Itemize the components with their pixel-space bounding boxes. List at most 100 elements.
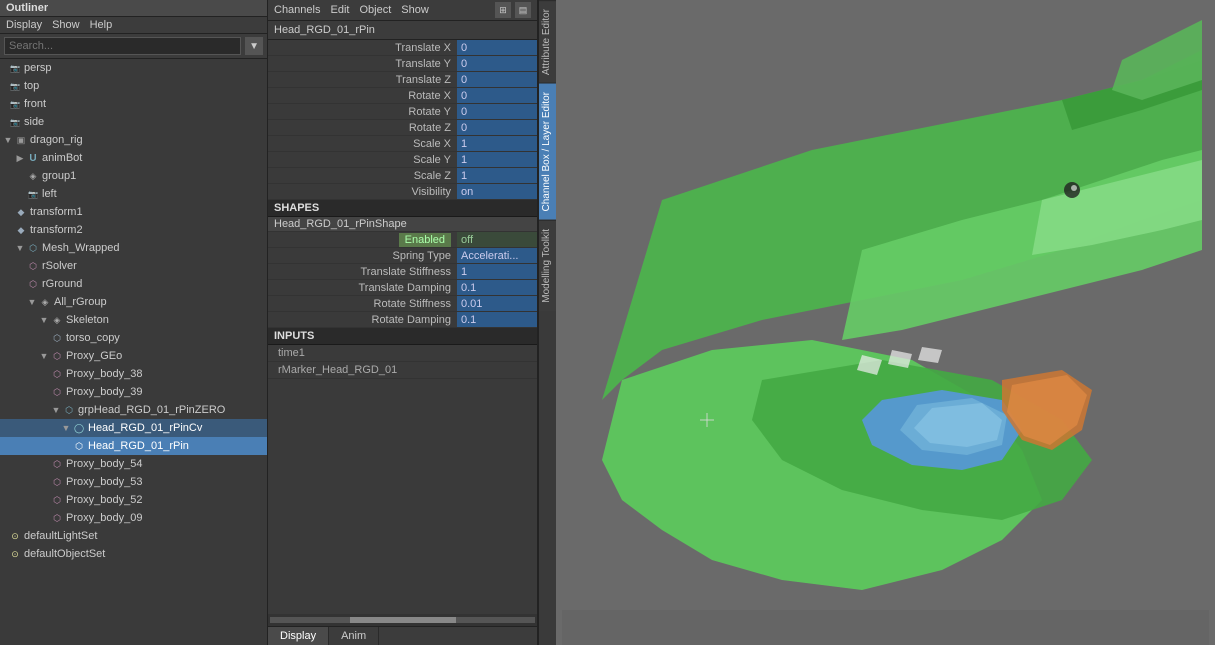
tree-item-transform1[interactable]: ◆ transform1 <box>0 203 267 221</box>
group-icon: ⬡ <box>62 403 76 417</box>
channel-row-translate-stiffness[interactable]: Translate Stiffness 1 <box>268 264 537 280</box>
tree-item-proxy-body-52[interactable]: ⬡ Proxy_body_52 <box>0 491 267 509</box>
tree-item-side[interactable]: 📷 side <box>0 113 267 131</box>
channel-icons: ⊞ ▤ <box>495 2 531 18</box>
channel-row-rotate-x[interactable]: Rotate X 0 <box>268 88 537 104</box>
proxy-icon: ⬡ <box>50 367 64 381</box>
tab-channel-box[interactable]: Channel Box / Layer Editor <box>539 83 556 220</box>
outliner-menu-help[interactable]: Help <box>90 19 113 31</box>
camera-icon: 📷 <box>8 61 22 75</box>
tree-item-front[interactable]: 📷 front <box>0 95 267 113</box>
group-icon: ◈ <box>26 169 40 183</box>
tree-label: animBot <box>42 152 82 164</box>
outliner-menu-display[interactable]: Display <box>6 19 42 31</box>
tree-label: Proxy_body_39 <box>66 386 142 398</box>
tab-attribute-editor[interactable]: Attribute Editor <box>539 0 556 83</box>
channel-menu-edit[interactable]: Edit <box>330 4 349 16</box>
channel-row-rotate-stiffness[interactable]: Rotate Stiffness 0.01 <box>268 296 537 312</box>
channel-row-translate-damping[interactable]: Translate Damping 0.1 <box>268 280 537 296</box>
camera-icon: 📷 <box>26 187 40 201</box>
channel-value: 0.1 <box>457 312 537 327</box>
channel-value: 1 <box>457 152 537 167</box>
channel-row-scale-z[interactable]: Scale Z 1 <box>268 168 537 184</box>
tree-item-rsolver[interactable]: ⬡ rSolver <box>0 257 267 275</box>
proxy-icon: ⬡ <box>26 259 40 273</box>
channel-menu-show[interactable]: Show <box>401 4 429 16</box>
scrollbar[interactable] <box>268 614 537 626</box>
tab-modelling-toolkit[interactable]: Modelling Toolkit <box>539 220 556 311</box>
channel-value: Accelerati... <box>457 248 537 263</box>
channel-row-spring-type[interactable]: Spring Type Accelerati... <box>268 248 537 264</box>
tree-item-rground[interactable]: ⬡ rGround <box>0 275 267 293</box>
tree-label: side <box>24 116 44 128</box>
channel-value: 0 <box>457 120 537 135</box>
input-item-rmarker[interactable]: rMarker_Head_RGD_01 <box>268 362 537 379</box>
channel-value: 0 <box>457 88 537 103</box>
search-dropdown-button[interactable]: ▼ <box>245 37 263 55</box>
tree-label: Proxy_body_53 <box>66 476 142 488</box>
search-bar: ▼ <box>0 34 267 59</box>
tree-item-defaultobjectset[interactable]: ⊙ defaultObjectSet <box>0 545 267 563</box>
objectset-icon: ⊙ <box>8 547 22 561</box>
tree-item-torso-copy[interactable]: ⬡ torso_copy <box>0 329 267 347</box>
channel-row-translate-y[interactable]: Translate Y 0 <box>268 56 537 72</box>
channel-row-scale-y[interactable]: Scale Y 1 <box>268 152 537 168</box>
tree-item-proxy-body-09[interactable]: ⬡ Proxy_body_09 <box>0 509 267 527</box>
tree-item-all-rgroup[interactable]: ▼ ◈ All_rGroup <box>0 293 267 311</box>
tree-label: Head_RGD_01_rPinCv <box>88 422 202 434</box>
scrollbar-thumb[interactable] <box>350 617 456 623</box>
viewport[interactable] <box>556 0 1215 645</box>
channel-row-enabled[interactable]: Enabled off <box>268 232 537 248</box>
tree-item-proxy-body-54[interactable]: ⬡ Proxy_body_54 <box>0 455 267 473</box>
shape-name[interactable]: Head_RGD_01_rPinShape <box>268 217 537 232</box>
expand-icon: ▼ <box>38 351 50 361</box>
channel-icon-btn-2[interactable]: ▤ <box>515 2 531 18</box>
search-input[interactable] <box>4 37 241 55</box>
tree-item-top[interactable]: 📷 top <box>0 77 267 95</box>
channel-row-rotate-damping[interactable]: Rotate Damping 0.1 <box>268 312 537 328</box>
channel-value: on <box>457 184 537 199</box>
group-icon: ▣ <box>14 133 28 147</box>
camera-icon: 📷 <box>8 115 22 129</box>
channel-panel: Channels Edit Object Show ⊞ ▤ Head_RGD_0… <box>268 0 538 645</box>
channel-row-rotate-z[interactable]: Rotate Z 0 <box>268 120 537 136</box>
channel-row-scale-x[interactable]: Scale X 1 <box>268 136 537 152</box>
tree-label: rSolver <box>42 260 77 272</box>
channel-row-translate-z[interactable]: Translate Z 0 <box>268 72 537 88</box>
tree-item-skeleton[interactable]: ▼ ◈ Skeleton <box>0 311 267 329</box>
object-name-bar: Head_RGD_01_rPin <box>268 21 537 40</box>
tab-display[interactable]: Display <box>268 627 329 645</box>
outliner-menu-show[interactable]: Show <box>52 19 80 31</box>
tree-item-head-rgd-pinCv[interactable]: ▼ ◯ Head_RGD_01_rPinCv <box>0 419 267 437</box>
tree-item-grphead[interactable]: ▼ ⬡ grpHead_RGD_01_rPinZERO <box>0 401 267 419</box>
channel-row-translate-x[interactable]: Translate X 0 <box>268 40 537 56</box>
tree-item-persp[interactable]: 📷 persp <box>0 59 267 77</box>
tab-anim[interactable]: Anim <box>329 627 379 645</box>
channel-menubar: Channels Edit Object Show ⊞ ▤ <box>268 0 537 21</box>
channel-label: Visibility <box>268 186 457 198</box>
tree-item-transform2[interactable]: ◆ transform2 <box>0 221 267 239</box>
tree-item-mesh-wrapped[interactable]: ▼ ⬡ Mesh_Wrapped <box>0 239 267 257</box>
channel-row-visibility[interactable]: Visibility on <box>268 184 537 200</box>
tree-item-animbot[interactable]: ▶ U animBot <box>0 149 267 167</box>
side-tabs: Attribute Editor Channel Box / Layer Edi… <box>538 0 556 645</box>
channel-row-rotate-y[interactable]: Rotate Y 0 <box>268 104 537 120</box>
tree-label: defaultObjectSet <box>24 548 105 560</box>
tree-item-proxy-body-53[interactable]: ⬡ Proxy_body_53 <box>0 473 267 491</box>
outliner-panel: Outliner Display Show Help ▼ 📷 persp 📷 t… <box>0 0 268 645</box>
tree-item-proxy-geo[interactable]: ▼ ⬡ Proxy_GEo <box>0 347 267 365</box>
channel-label: Rotate Damping <box>268 314 457 326</box>
transform-icon: ◆ <box>14 223 28 237</box>
channel-menu-channels[interactable]: Channels <box>274 4 320 16</box>
channel-menu-object[interactable]: Object <box>359 4 391 16</box>
tree-item-left[interactable]: 📷 left <box>0 185 267 203</box>
channel-label: Translate Stiffness <box>268 266 457 278</box>
tree-item-head-rgd-pin[interactable]: ⬡ Head_RGD_01_rPin <box>0 437 267 455</box>
tree-item-group1[interactable]: ◈ group1 <box>0 167 267 185</box>
tree-item-defaultlightset[interactable]: ⊙ defaultLightSet <box>0 527 267 545</box>
tree-item-proxy-body-39[interactable]: ⬡ Proxy_body_39 <box>0 383 267 401</box>
tree-item-dragon-rig[interactable]: ▼ ▣ dragon_rig <box>0 131 267 149</box>
channel-icon-btn-1[interactable]: ⊞ <box>495 2 511 18</box>
input-item-time1[interactable]: time1 <box>268 345 537 362</box>
tree-item-proxy-body-38[interactable]: ⬡ Proxy_body_38 <box>0 365 267 383</box>
